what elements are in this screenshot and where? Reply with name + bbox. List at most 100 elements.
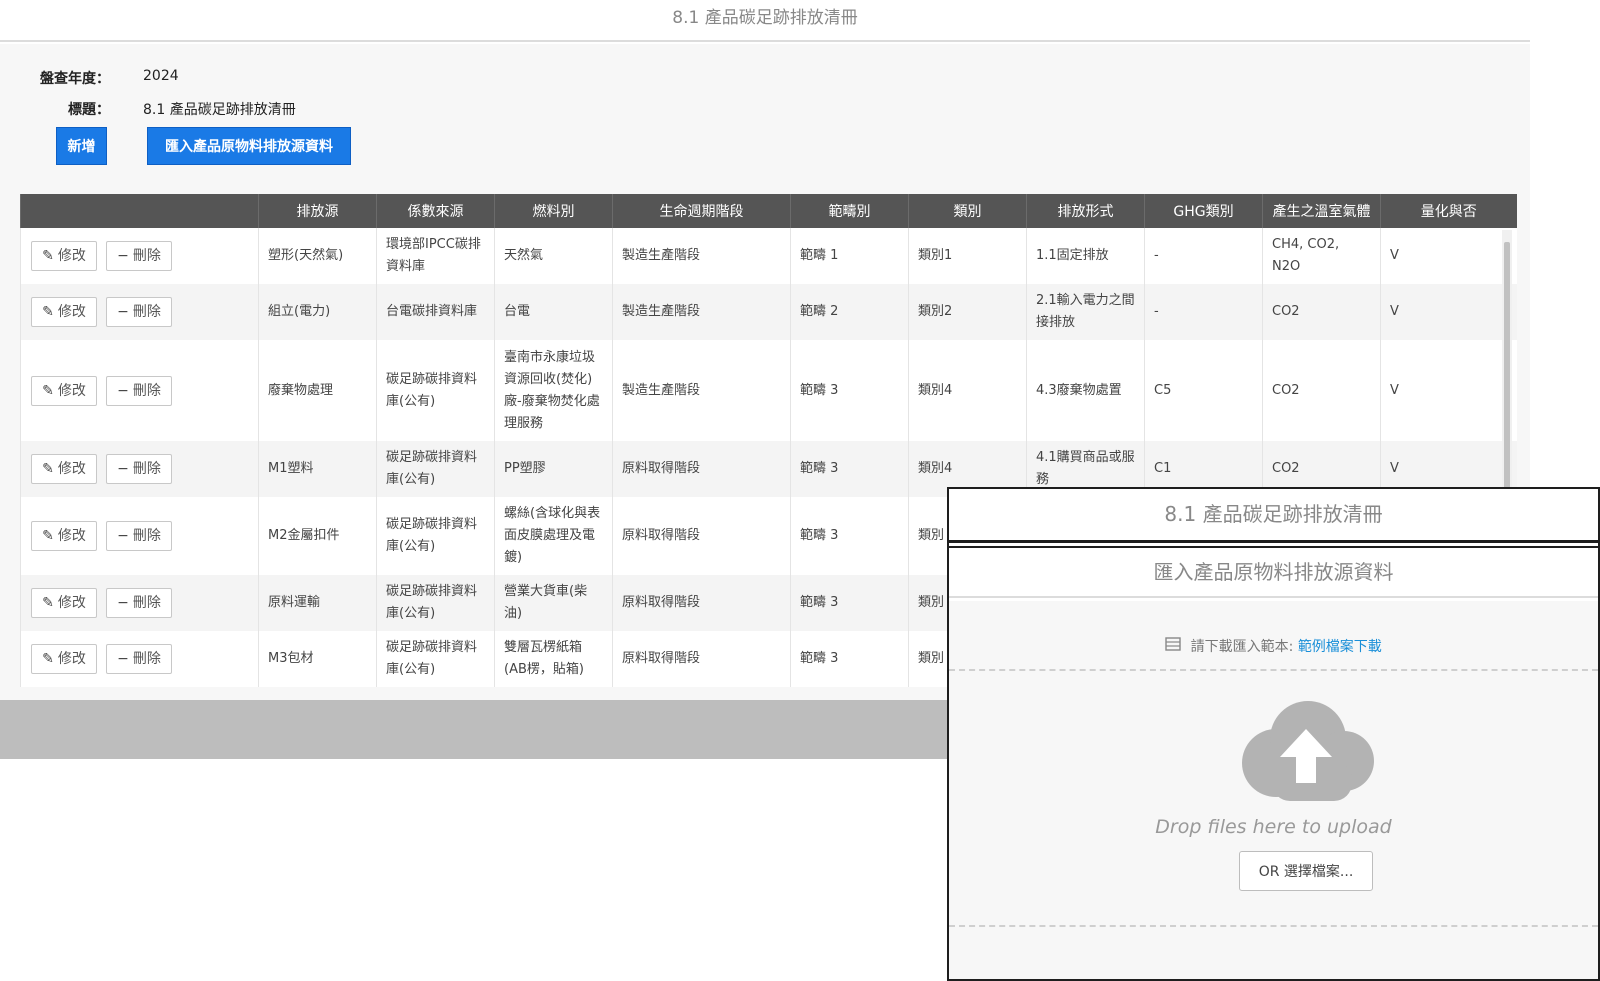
fuel-cell: 螺絲(含球化與表面皮膜處理及電鍍) [494, 497, 613, 575]
quant-cell: V [1380, 284, 1517, 340]
column-header: 係數來源 [376, 194, 495, 228]
pencil-icon: ✎ [42, 528, 54, 544]
source-cell: M2金屬扣件 [258, 497, 377, 575]
column-header: GHG類別 [1144, 194, 1263, 228]
column-header: 生命週期階段 [612, 194, 791, 228]
delete-button[interactable]: − 刪除 [106, 375, 172, 406]
edit-label: 修改 [57, 248, 86, 264]
dropzone[interactable]: Drop files here to upload OR 選擇檔案... [949, 669, 1598, 927]
download-prompt: 請下載匯入範本: [1190, 639, 1294, 655]
delete-button[interactable]: − 刪除 [106, 297, 172, 327]
factor-cell: 碳足跡碳排資料庫(公有) [376, 631, 495, 687]
source-cell: 原料運輸 [258, 575, 377, 631]
delete-label: 刪除 [132, 304, 161, 320]
quant-cell: V [1380, 228, 1517, 284]
column-header: 範疇別 [790, 194, 909, 228]
title-label: 標題： [68, 102, 110, 118]
factor-cell: 碳足跡碳排資料庫(公有) [376, 441, 495, 497]
column-header: 燃料別 [494, 194, 613, 228]
pencil-icon: ✎ [42, 651, 54, 667]
edit-button[interactable]: ✎ 修改 [31, 588, 97, 618]
edit-label: 修改 [57, 382, 86, 399]
actions-cell: ✎ 修改 − 刪除 [20, 631, 259, 687]
delete-label: 刪除 [132, 382, 161, 399]
scope-cell: 範疇 1 [790, 228, 909, 284]
edit-button[interactable]: ✎ 修改 [31, 454, 97, 484]
edit-button[interactable]: ✎ 修改 [31, 644, 97, 674]
source-cell: 廢棄物處理 [258, 340, 377, 441]
form-cell: 4.3廢棄物處置 [1026, 340, 1145, 441]
actions-cell: ✎ 修改 − 刪除 [20, 575, 259, 631]
source-cell: M1塑料 [258, 441, 377, 497]
form-cell: 2.1輸入電力之間接排放 [1026, 284, 1145, 340]
category-cell: 類別4 [908, 340, 1027, 441]
download-template-link[interactable]: 範例檔案下載 [1298, 639, 1382, 655]
choose-file-button[interactable]: OR 選擇檔案... [1239, 851, 1373, 891]
actions-cell: ✎ 修改 − 刪除 [20, 340, 259, 441]
actions-cell: ✎ 修改 − 刪除 [20, 284, 259, 340]
stage-cell: 原料取得階段 [612, 575, 791, 631]
edit-button[interactable]: ✎ 修改 [31, 297, 97, 327]
dialog-body: 請下載匯入範本: 範例檔案下載 Drop files here to uploa… [949, 601, 1598, 979]
column-header: 產生之溫室氣體 [1262, 194, 1381, 228]
download-template-line: 請下載匯入範本: 範例檔案下載 [949, 636, 1598, 656]
page-title: 8.1 產品碳足跡排放清冊 [0, 0, 1530, 42]
edit-label: 修改 [57, 528, 86, 544]
pencil-icon: ✎ [42, 382, 54, 399]
import-button[interactable]: 匯入產品原物料排放源資料 [147, 127, 351, 165]
category-cell: 類別2 [908, 284, 1027, 340]
edit-label: 修改 [57, 595, 86, 611]
stage-cell: 製造生產階段 [612, 284, 791, 340]
factor-cell: 環境部IPCC碳排資料庫 [376, 228, 495, 284]
title-value: 8.1 產品碳足跡排放清冊 [143, 102, 296, 118]
scope-cell: 範疇 3 [790, 575, 909, 631]
source-cell: 組立(電力) [258, 284, 377, 340]
table-row: ✎ 修改 − 刪除 塑形(天然氣) 環境部IPCC碳排資料庫 天然氣 製造生產階段 範疇 1 類別… [20, 228, 1517, 284]
edit-button[interactable]: ✎ 修改 [31, 521, 97, 551]
category-cell: 類別1 [908, 228, 1027, 284]
fuel-cell: 營業大貨車(柴油) [494, 575, 613, 631]
delete-button[interactable]: − 刪除 [106, 241, 172, 271]
fuel-cell: PP塑膠 [494, 441, 613, 497]
column-header: 類別 [908, 194, 1027, 228]
edit-button[interactable]: ✎ 修改 [31, 241, 97, 271]
column-header: 排放源 [258, 194, 377, 228]
minus-icon: − [117, 528, 129, 544]
scope-cell: 範疇 3 [790, 340, 909, 441]
form-cell: 1.1固定排放 [1026, 228, 1145, 284]
factor-cell: 碳足跡碳排資料庫(公有) [376, 340, 495, 441]
pencil-icon: ✎ [42, 461, 54, 477]
pencil-icon: ✎ [42, 248, 54, 264]
delete-button[interactable]: − 刪除 [106, 644, 172, 674]
table-row: ✎ 修改 − 刪除 組立(電力) 台電碳排資料庫 台電 製造生產階段 範疇 2 類別2 2.1輸入電… [20, 284, 1517, 340]
add-button[interactable]: 新增 [56, 127, 107, 165]
ghg-cell: C5 [1144, 340, 1263, 441]
stage-cell: 原料取得階段 [612, 631, 791, 687]
minus-icon: − [117, 304, 129, 320]
minus-icon: − [117, 651, 129, 667]
cloud-upload-icon [1242, 701, 1374, 801]
minus-icon: − [117, 248, 129, 264]
stage-cell: 原料取得階段 [612, 497, 791, 575]
minus-icon: − [117, 461, 129, 477]
delete-button[interactable]: − 刪除 [106, 521, 172, 551]
delete-label: 刪除 [132, 651, 161, 667]
stage-cell: 原料取得階段 [612, 441, 791, 497]
actions-cell: ✎ 修改 − 刪除 [20, 441, 259, 497]
ghg-cell: - [1144, 284, 1263, 340]
gas-cell: CO2 [1262, 284, 1381, 340]
edit-label: 修改 [57, 304, 86, 320]
column-header [20, 194, 259, 228]
delete-button[interactable]: − 刪除 [106, 454, 172, 484]
column-header: 量化與否 [1380, 194, 1517, 228]
dialog-subtitle: 匯入產品原物料排放源資料 [949, 546, 1598, 598]
edit-button[interactable]: ✎ 修改 [31, 375, 97, 406]
drop-text: Drop files here to upload [1155, 816, 1392, 838]
factor-cell: 台電碳排資料庫 [376, 284, 495, 340]
delete-label: 刪除 [132, 528, 161, 544]
table-row: ✎ 修改 − 刪除 廢棄物處理 碳足跡碳排資料庫(公有) 臺南市永康垃圾資源回收(焚化)廠-… [20, 340, 1517, 441]
delete-button[interactable]: − 刪除 [106, 588, 172, 618]
ghg-cell: - [1144, 228, 1263, 284]
file-icon [1165, 637, 1185, 655]
fuel-cell: 台電 [494, 284, 613, 340]
